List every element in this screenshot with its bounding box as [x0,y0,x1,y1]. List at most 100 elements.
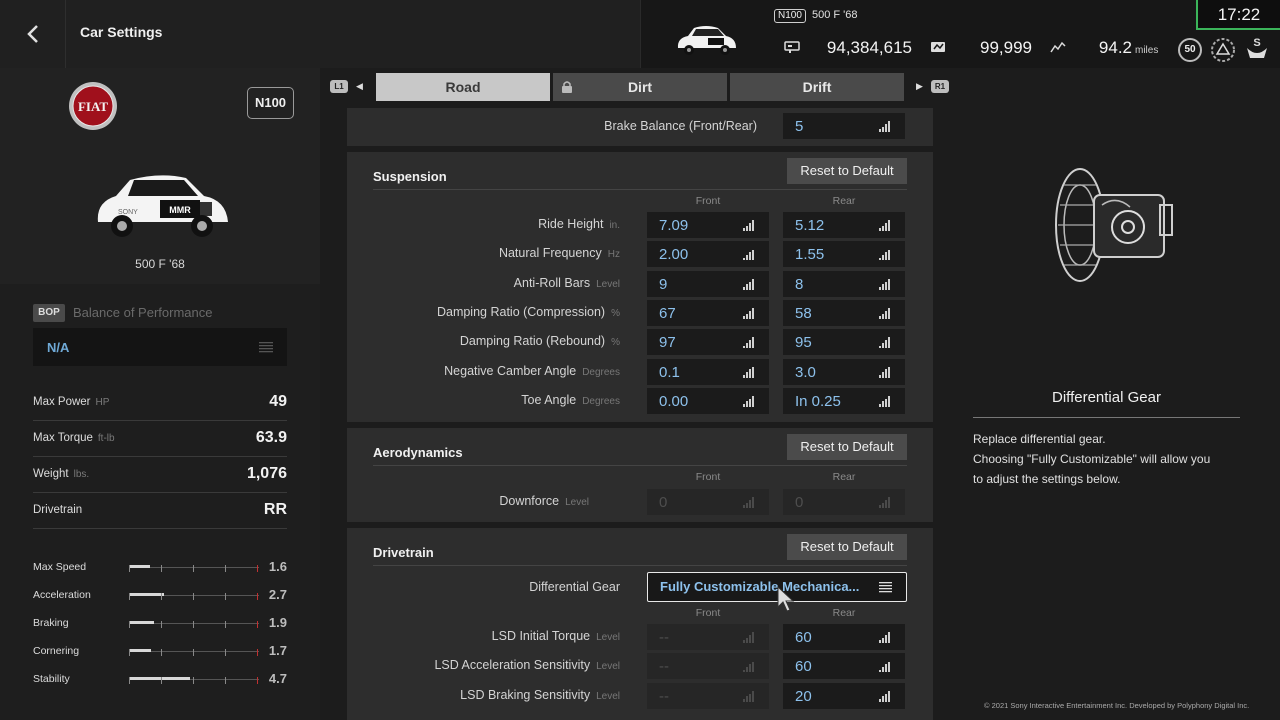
bar-tick [161,677,162,684]
rear-header: Rear [832,195,856,207]
suspension-row-front-field[interactable]: 7.09 [647,212,769,238]
field-value: 3.0 [795,363,816,381]
performance-label: Braking [33,617,69,629]
spec-row-max-power: Max Power HP 49 [33,385,287,421]
bar-tick [257,649,258,656]
bar-segment [885,123,887,132]
bar-segment [888,690,890,702]
car-image: MMR SONY [97,175,229,237]
reset-suspension-button[interactable]: Reset to Default [787,158,907,184]
suspension-row-front-field[interactable]: 67 [647,299,769,326]
spec-row-max-torque: Max Torque ft-lb 63.9 [33,421,287,457]
drivetrain-row-rear-field[interactable]: 60 [783,624,905,650]
bop-tag: BOP [33,304,65,322]
part-description: Replace differential gear. [973,432,1106,446]
drivetrain-row-rear-field[interactable]: 60 [783,653,905,680]
field-value: 60 [795,629,812,646]
performance-value: 2.7 [268,587,287,602]
bar-segment [746,225,748,231]
adjust-bars-icon [743,632,755,643]
suspension-row-front-field[interactable]: 97 [647,329,769,356]
reset-drivetrain-button[interactable]: Reset to Default [787,534,907,560]
drivetrain-row-rear-field[interactable]: 20 [783,682,905,709]
clock: 17:22 [1196,0,1280,30]
adjust-bars-icon [879,220,891,231]
differential-gear-value: Fully Customizable Mechanica... [660,579,860,594]
suspension-row-rear-field[interactable]: 5.12 [783,212,905,238]
arrow-right-icon: ▶ [916,81,923,91]
suspension-row-front-field[interactable]: 9 [647,270,769,297]
bar-segment [879,257,881,261]
field-value: 58 [795,304,812,322]
suspension-row-label: Negative Camber Angle Degrees [444,363,620,378]
bar-segment [743,374,745,378]
field-value: 9 [659,275,668,293]
car-name: 500 F '68 [135,257,185,271]
back-button[interactable] [0,0,66,68]
brake-balance-field[interactable]: 5 [783,113,905,139]
bar-tick [225,677,226,684]
chevron-left-icon [26,25,38,43]
arrow-left-icon: ◀ [356,81,363,91]
performance-label: Max Speed [33,561,87,573]
differential-gear-image [1055,168,1173,282]
driver-rating-icon[interactable] [1210,37,1236,63]
drivetrain-row-label: LSD Braking Sensitivity Level [460,687,620,702]
suspension-row-rear-field[interactable]: In 0.25 [783,387,905,414]
bar-segment [743,698,745,702]
suspension-row-label: Natural Frequency Hz [498,246,620,261]
r1-shoulder-icon[interactable]: R1 [931,80,949,93]
section-title: Suspension [373,169,447,184]
field-value: 8 [795,275,804,293]
bar-segment [746,696,748,702]
divider [373,189,907,190]
tab-road[interactable]: Road [376,73,550,101]
tab-drift[interactable]: Drift [730,73,904,101]
adjust-bars-icon [879,396,891,407]
adjust-bars-icon [879,690,891,702]
performance-value: 4.7 [268,671,287,686]
suspension-row-rear-field[interactable]: 1.55 [783,241,905,268]
bar-segment [882,502,884,508]
field-value: In 0.25 [795,392,841,410]
suspension-row-rear-field[interactable]: 58 [783,299,905,326]
tab-bar: L1 ◀ Road Dirt Drift ▶ R1 [330,72,950,102]
bar-fill [129,565,150,568]
field-value: -- [659,629,669,646]
bar-segment [888,249,890,261]
spec-value: 49 [269,393,287,410]
part-description: to adjust the settings below. [973,472,1121,486]
field-value: 7.09 [659,217,689,234]
spec-value: 63.9 [255,429,287,446]
bar-segment [882,313,884,319]
suspension-row-rear-field[interactable]: 95 [783,329,905,356]
divider [373,465,907,466]
tab-dirt[interactable]: Dirt [553,73,727,101]
adjust-bars-icon [879,366,891,378]
class-badge: N100 [774,9,806,23]
suspension-row-rear-field[interactable]: 3.0 [783,358,905,385]
bar-segment [749,310,751,319]
suspension-row-front-field[interactable]: 2.00 [647,241,769,268]
performance-value: 1.9 [268,615,287,630]
performance-bar [129,617,259,629]
level-badge[interactable]: 50 [1178,38,1202,62]
bar-tick [193,565,194,572]
bar-segment [888,632,890,643]
suspension-row-rear-field[interactable]: 8 [783,270,905,297]
suspension-row-front-field[interactable]: 0.1 [647,358,769,385]
bar-segment [879,345,881,349]
reset-aerodynamics-button[interactable]: Reset to Default [787,434,907,460]
brakes-section: Brake Balance (Front/Rear) 5 [347,108,933,146]
tab-label: Drift [802,79,832,95]
l1-shoulder-icon[interactable]: L1 [330,80,348,93]
bar-segment [888,278,890,290]
suspension-row-front-field[interactable]: 0.00 [647,387,769,414]
bar-segment [885,664,887,673]
bar-segment [749,369,751,378]
bar-segment [888,661,890,673]
mileage-points-value: 99,999 [980,38,1032,57]
sportsmanship-rating-icon[interactable]: S [1244,34,1270,62]
bar-segment [888,497,890,508]
bop-select[interactable]: N/A [33,328,287,366]
